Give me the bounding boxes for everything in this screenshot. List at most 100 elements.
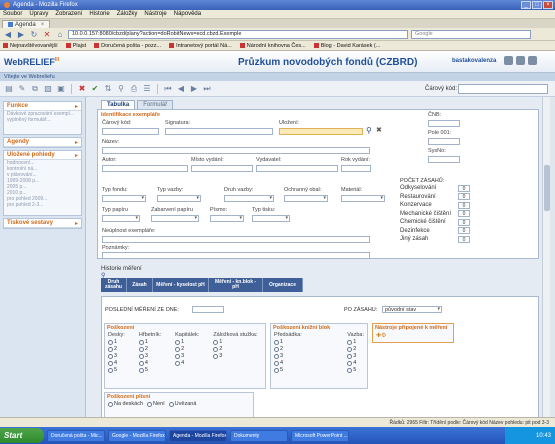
- radio-option[interactable]: 1: [274, 339, 302, 345]
- stop-icon[interactable]: ✕: [42, 29, 52, 39]
- radio-option[interactable]: 1: [108, 339, 125, 345]
- bookmark-item[interactable]: Národní knihovna Čes...: [239, 43, 306, 49]
- radio-option[interactable]: 3: [274, 353, 302, 359]
- minimize-button[interactable]: _: [521, 1, 531, 9]
- list-icon[interactable]: ☰: [142, 84, 152, 94]
- notes-field[interactable]: [102, 252, 370, 259]
- scrollbar-thumb[interactable]: [544, 165, 550, 211]
- collapse-icon[interactable]: ▸: [75, 139, 78, 146]
- forward-icon[interactable]: ▶: [16, 29, 26, 39]
- panel-header-agendas[interactable]: Agendy ▸: [4, 138, 81, 147]
- year-field[interactable]: [341, 165, 371, 172]
- radio-option[interactable]: 2: [108, 346, 125, 352]
- radio-option[interactable]: 2: [213, 346, 257, 352]
- reload-icon[interactable]: ↻: [29, 29, 39, 39]
- print-type-select[interactable]: [252, 215, 290, 222]
- field001-field[interactable]: [428, 138, 460, 145]
- menu-bookmarks[interactable]: Záložky: [117, 11, 138, 17]
- radio-option[interactable]: 3: [347, 353, 364, 359]
- clear-icon[interactable]: ✖: [376, 126, 382, 134]
- attach-tool-icon[interactable]: ✚⚙: [373, 333, 386, 339]
- sysno-field[interactable]: [428, 156, 460, 163]
- panel-header-saved-views[interactable]: Uložené pohledy ▸: [4, 151, 81, 160]
- logout-icon[interactable]: [528, 56, 537, 65]
- confirm-icon[interactable]: ✔: [90, 84, 100, 94]
- signature-field[interactable]: [165, 128, 273, 135]
- back-icon[interactable]: ◀: [3, 29, 13, 39]
- bookmark-item[interactable]: Intranetový portál Ná...: [169, 43, 232, 49]
- menu-edit[interactable]: Úpravy: [29, 11, 48, 17]
- filter-icon[interactable]: ⚲: [116, 84, 126, 94]
- radio-option[interactable]: 1: [213, 339, 257, 345]
- print-icon[interactable]: [504, 56, 513, 65]
- intervention-count[interactable]: 0: [458, 184, 470, 192]
- previous-record-icon[interactable]: ◀: [176, 84, 186, 94]
- cnb-field[interactable]: [428, 120, 460, 127]
- panel-header-functions[interactable]: Funkce ▸: [4, 102, 81, 111]
- tab-close-icon[interactable]: ×: [41, 22, 45, 28]
- start-button[interactable]: Start: [0, 428, 44, 443]
- new-record-icon[interactable]: ▤: [4, 84, 14, 94]
- paste-icon[interactable]: ▧: [43, 84, 53, 94]
- panel-header-reports[interactable]: Tiskové sestavy ▸: [4, 219, 81, 228]
- radio-option[interactable]: 2: [138, 346, 161, 352]
- last-record-icon[interactable]: ⏭: [202, 84, 212, 94]
- location-field[interactable]: [279, 128, 363, 135]
- bookmark-item[interactable]: Plajst: [65, 43, 86, 49]
- address-bar[interactable]: 10.0.0.157:8080/cbzd/plany?action=doRobi…: [68, 29, 408, 39]
- edit-icon[interactable]: ✎: [17, 84, 27, 94]
- radio-option[interactable]: 4: [347, 360, 364, 366]
- radio-option[interactable]: 1: [175, 339, 199, 345]
- column-header[interactable]: Zásah: [127, 278, 153, 292]
- menu-history[interactable]: Historie: [89, 11, 109, 17]
- title-field[interactable]: [102, 147, 370, 154]
- collapse-icon[interactable]: ▸: [75, 152, 78, 159]
- radio-option[interactable]: 3: [138, 353, 161, 359]
- intervention-count[interactable]: 0: [458, 201, 470, 209]
- save-icon[interactable]: ▣: [56, 84, 66, 94]
- radio-option[interactable]: Uvězaná: [168, 401, 196, 407]
- copy-icon[interactable]: ⧉: [30, 84, 40, 94]
- radio-option[interactable]: 5: [274, 367, 302, 373]
- saved-view-item[interactable]: pro pohled 2-3...: [4, 202, 81, 208]
- radio-option[interactable]: 4: [274, 360, 302, 366]
- radio-option[interactable]: 3: [175, 353, 199, 359]
- collapse-icon[interactable]: ▸: [75, 220, 78, 227]
- intervention-count[interactable]: 0: [458, 193, 470, 201]
- publisher-field[interactable]: [256, 165, 338, 172]
- radio-option[interactable]: 3: [213, 353, 257, 359]
- taskbar-item[interactable]: Google - Mozilla Firefox: [108, 429, 166, 442]
- maximize-button[interactable]: □: [532, 1, 542, 9]
- binding-type-select[interactable]: [157, 195, 201, 202]
- radio-option[interactable]: 5: [347, 367, 364, 373]
- bookmark-item[interactable]: Nejnavštěvovanější: [3, 43, 58, 49]
- browser-tab-agenda[interactable]: Agenda ×: [2, 20, 51, 28]
- taskbar-item-active[interactable]: Agenda - Mozilla Firefox: [169, 429, 227, 442]
- author-field[interactable]: [102, 165, 188, 172]
- radio-option[interactable]: 2: [175, 346, 199, 352]
- search-input[interactable]: Google: [411, 29, 531, 39]
- paper-type-select[interactable]: [102, 215, 140, 222]
- delete-icon[interactable]: ✖: [77, 84, 87, 94]
- column-header[interactable]: Organizace: [263, 278, 303, 292]
- radio-option[interactable]: 1: [138, 339, 161, 345]
- radio-option[interactable]: Na deskách: [108, 401, 143, 407]
- incomplete-field[interactable]: [102, 236, 370, 243]
- bookmark-item[interactable]: Doručená pošta - pozz...: [94, 43, 161, 49]
- vertical-scrollbar[interactable]: [542, 97, 550, 417]
- radio-option[interactable]: 4: [175, 360, 199, 366]
- first-record-icon[interactable]: ⏮: [163, 84, 173, 94]
- menu-view[interactable]: Zobrazení: [55, 11, 82, 17]
- taskbar-item[interactable]: Microsoft PowerPoint ...: [291, 429, 349, 442]
- next-record-icon[interactable]: ▶: [189, 84, 199, 94]
- tab-table[interactable]: Tabulka: [101, 100, 136, 109]
- fund-type-select[interactable]: [102, 195, 146, 202]
- intervention-count[interactable]: 0: [458, 210, 470, 218]
- paper-colour-select[interactable]: [151, 215, 199, 222]
- close-button[interactable]: ×: [543, 1, 553, 9]
- menu-file[interactable]: Soubor: [3, 11, 22, 17]
- barcode-field[interactable]: [102, 128, 159, 135]
- taskbar-item[interactable]: Doručená pošta - Mic...: [47, 429, 105, 442]
- tab-form[interactable]: Formulář: [137, 100, 174, 109]
- radio-option[interactable]: 2: [347, 346, 364, 352]
